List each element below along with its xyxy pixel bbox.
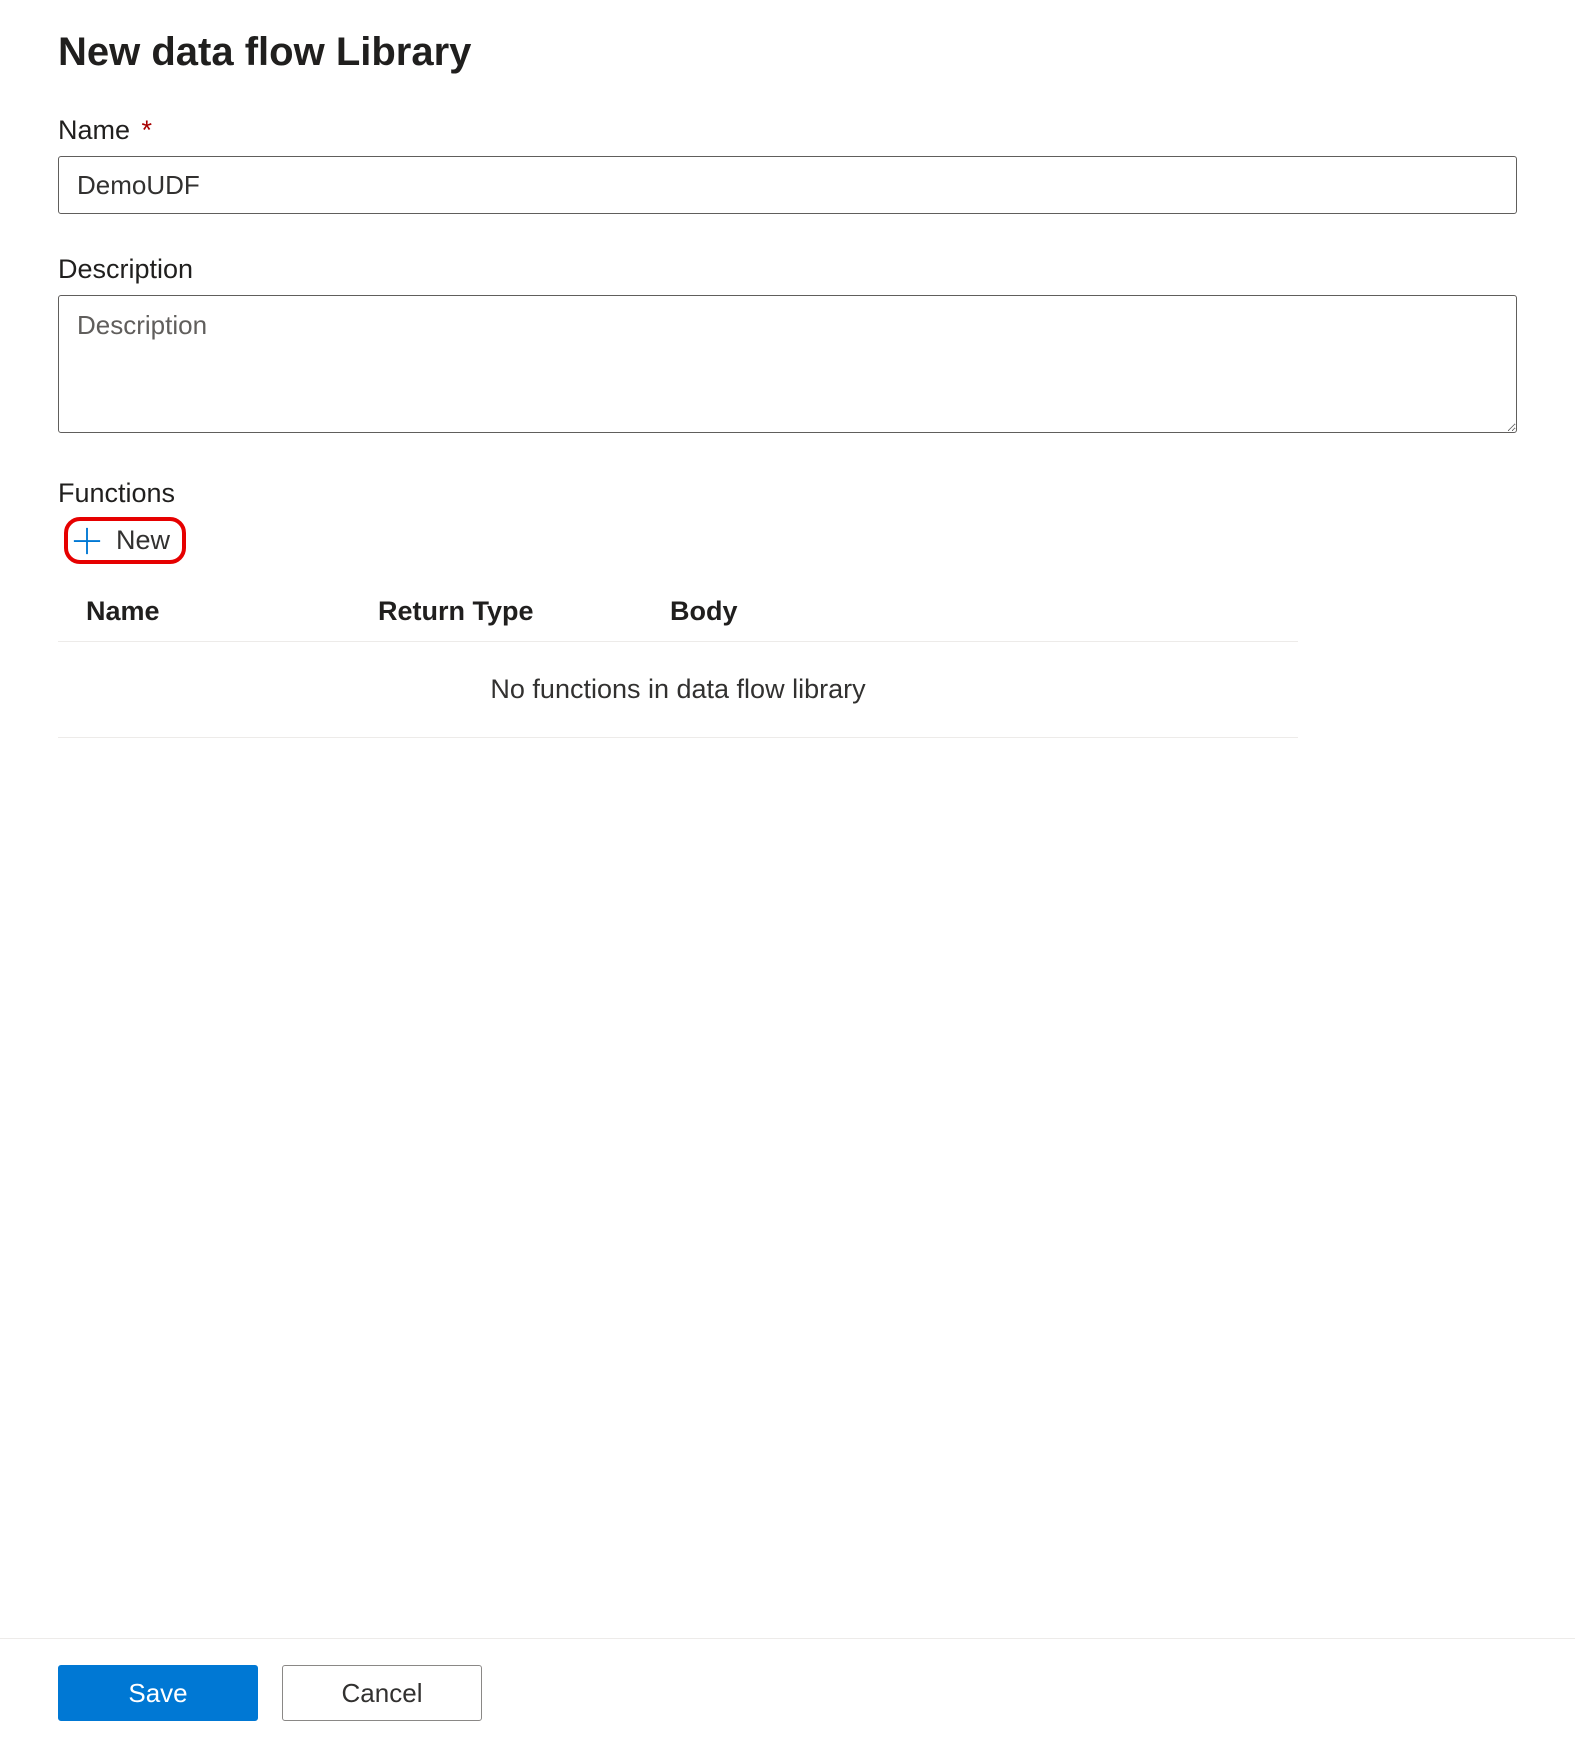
name-field-group: Name *: [58, 115, 1517, 214]
functions-table: Name Return Type Body No functions in da…: [58, 582, 1298, 738]
plus-icon: [72, 526, 102, 556]
functions-label: Functions: [58, 478, 1517, 509]
description-label: Description: [58, 254, 1517, 285]
required-asterisk-icon: *: [142, 115, 153, 145]
name-label-text: Name: [58, 115, 130, 145]
page-title: New data flow Library: [58, 30, 1517, 75]
description-field-group: Description: [58, 254, 1517, 438]
column-header-body: Body: [670, 596, 1298, 627]
footer: Save Cancel: [0, 1638, 1575, 1747]
cancel-button[interactable]: Cancel: [282, 1665, 482, 1721]
functions-section: Functions New Name Return Type Body No f…: [58, 478, 1517, 738]
column-header-name: Name: [86, 596, 378, 627]
new-function-button[interactable]: New: [64, 517, 186, 564]
name-input[interactable]: [58, 156, 1517, 214]
functions-empty-message: No functions in data flow library: [58, 642, 1298, 738]
column-header-return-type: Return Type: [378, 596, 670, 627]
name-label: Name *: [58, 115, 1517, 146]
new-function-label: New: [116, 525, 170, 556]
save-button[interactable]: Save: [58, 1665, 258, 1721]
functions-table-header: Name Return Type Body: [58, 582, 1298, 642]
description-input[interactable]: [58, 295, 1517, 433]
